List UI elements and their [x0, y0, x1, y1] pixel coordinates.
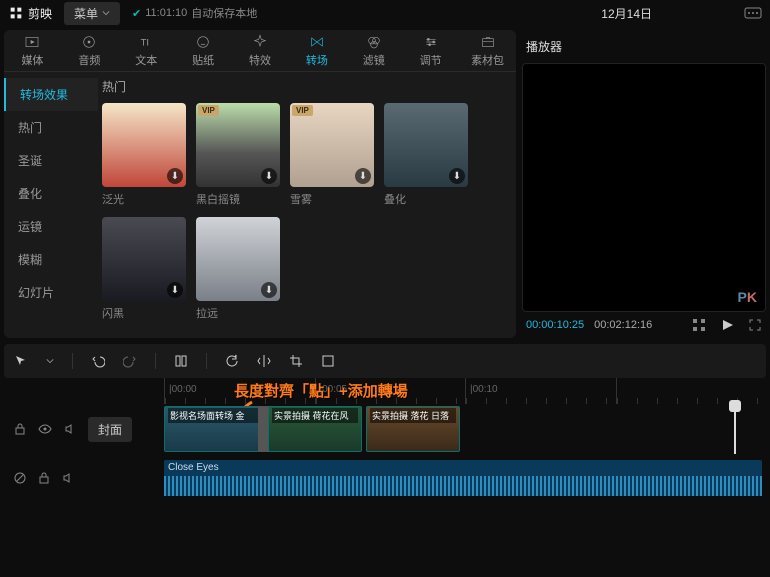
mirror-button[interactable] [257, 354, 271, 368]
window-button[interactable] [744, 7, 762, 19]
check-icon: ✔ [132, 7, 141, 20]
watermark: PK [738, 289, 757, 305]
download-icon[interactable]: ⬇ [355, 168, 371, 184]
chevron-down-icon[interactable] [46, 357, 54, 365]
sidebar-item-effects[interactable]: 转场效果 [4, 78, 98, 111]
sidebar-item-christmas[interactable]: 圣诞 [4, 144, 98, 177]
app-logo: 剪映 [8, 5, 52, 22]
tab-media[interactable]: 媒体 [4, 30, 61, 71]
player-preview[interactable]: PK [522, 63, 766, 312]
app-name: 剪映 [28, 5, 52, 22]
sidebar-item-dissolve[interactable]: 叠化 [4, 177, 98, 210]
chevron-down-icon [102, 9, 110, 17]
tab-pack[interactable]: 素材包 [459, 30, 516, 71]
filter-icon [366, 34, 382, 50]
crop-button[interactable] [289, 354, 303, 368]
transition-icon [309, 34, 325, 50]
transition-card[interactable]: VIP⬇ 雪雾 [290, 103, 374, 207]
audio-track[interactable]: Close Eyes [164, 458, 766, 498]
eye-icon[interactable] [38, 423, 52, 435]
tab-transition[interactable]: 转场 [288, 30, 345, 71]
redo-button[interactable] [123, 354, 137, 368]
fullscreen-icon[interactable] [748, 318, 762, 332]
player-title: 播放器 [522, 30, 766, 63]
tab-text[interactable]: TI文本 [118, 30, 175, 71]
waveform [164, 476, 762, 496]
video-track[interactable]: 影视名场面转场 金 实景拍摄 荷花在风 实景拍摄 落花 日落 [164, 404, 766, 454]
thumb: ⬇ [102, 217, 186, 301]
video-clip[interactable]: 实景拍摄 落花 日落 [366, 406, 460, 452]
thumb: ⬇ [102, 103, 186, 187]
play-button[interactable] [720, 318, 734, 332]
sidebar-item-hot[interactable]: 热门 [4, 111, 98, 144]
rotate-button[interactable] [225, 354, 239, 368]
lock-icon[interactable] [14, 423, 26, 435]
mute-icon[interactable] [64, 423, 76, 435]
tab-sticker[interactable]: 贴纸 [175, 30, 232, 71]
lock-icon[interactable] [38, 472, 50, 484]
tab-effect[interactable]: 特效 [232, 30, 289, 71]
menu-button[interactable]: 菜单 [64, 2, 120, 25]
current-time: 00:00:10:25 [526, 319, 584, 331]
vip-badge: VIP [198, 105, 219, 116]
pointer-tool[interactable] [14, 354, 28, 368]
audio-icon [81, 34, 97, 50]
sidebar-item-camera[interactable]: 运镜 [4, 210, 98, 243]
timeline-toolbar [4, 344, 766, 378]
transition-card[interactable]: ⬇ 叠化 [384, 103, 468, 207]
autosave-status: ✔ 11:01:10 自动保存本地 [132, 5, 257, 21]
tab-filter[interactable]: 滤镜 [345, 30, 402, 71]
header-date: 12月14日 [601, 5, 652, 22]
undo-button[interactable] [91, 354, 105, 368]
transition-sidebar: 转场效果 热门 圣诞 叠化 运镜 模糊 幻灯片 [4, 72, 98, 338]
sidebar-item-slide[interactable]: 幻灯片 [4, 276, 98, 309]
transition-card[interactable]: VIP⬇ 黑白摇镜 [196, 103, 280, 207]
sidebar-item-blur[interactable]: 模糊 [4, 243, 98, 276]
cover-button[interactable]: 封面 [88, 417, 132, 442]
video-clip[interactable]: 实景拍摄 荷花在风 [268, 406, 362, 452]
split-button[interactable] [174, 354, 188, 368]
video-clip[interactable]: 影视名场面转场 金 [164, 406, 264, 452]
download-icon[interactable]: ⬇ [167, 282, 183, 298]
disable-icon[interactable] [14, 472, 26, 484]
vip-badge: VIP [292, 105, 313, 116]
effect-icon [252, 34, 268, 50]
sticker-icon [195, 34, 211, 50]
category-tabs: 媒体 音频 TI文本 贴纸 特效 转场 滤镜 调节 素材包 [4, 30, 516, 72]
download-icon[interactable]: ⬇ [261, 282, 277, 298]
thumb: ⬇ [196, 217, 280, 301]
grid-view-icon[interactable] [692, 318, 706, 332]
thumb: VIP ⬇ [290, 103, 374, 187]
adjust-icon [423, 34, 439, 50]
transition-card[interactable]: ⬇ 拉远 [196, 217, 280, 321]
keyboard-icon [744, 7, 762, 19]
playhead[interactable] [734, 406, 736, 454]
tab-adjust[interactable]: 调节 [402, 30, 459, 71]
audio-clip[interactable]: Close Eyes [164, 460, 762, 496]
tutorial-annotation: 長度對齊「點」+添加轉場 [234, 380, 408, 401]
section-title: 热门 [102, 78, 516, 95]
transition-card[interactable]: ⬇ 泛光 [102, 103, 186, 207]
frame-button[interactable] [321, 354, 335, 368]
transition-card[interactable]: ⬇ 闪黑 [102, 217, 186, 321]
media-icon [24, 34, 40, 50]
text-icon: TI [138, 34, 154, 50]
transition-grid: ⬇ 泛光 VIP⬇ 黑白摇镜 VIP⬇ 雪雾 ⬇ 叠化 [102, 103, 516, 321]
pack-icon [480, 34, 496, 50]
download-icon[interactable]: ⬇ [167, 168, 183, 184]
download-icon[interactable]: ⬇ [449, 168, 465, 184]
thumb: VIP ⬇ [196, 103, 280, 187]
download-icon[interactable]: ⬇ [261, 168, 277, 184]
mute-icon[interactable] [62, 472, 74, 484]
svg-text:TI: TI [141, 37, 149, 47]
duration: 00:02:12:16 [594, 319, 652, 331]
tab-audio[interactable]: 音频 [61, 30, 118, 71]
thumb: ⬇ [384, 103, 468, 187]
